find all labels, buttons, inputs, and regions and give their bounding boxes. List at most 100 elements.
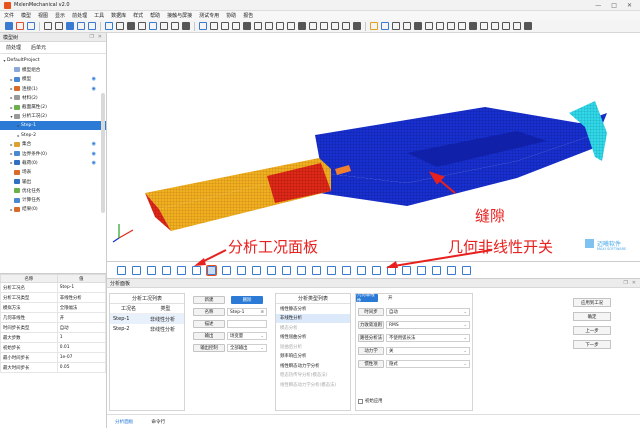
- property-value[interactable]: 0.01: [56, 342, 107, 353]
- menu-item-8[interactable]: 帮助: [150, 12, 160, 19]
- analysis-type-item[interactable]: 线性瞬态动力学分析(模态法): [276, 380, 350, 390]
- param-select[interactable]: 隐式 ⌄: [386, 360, 470, 368]
- view-tool-icon[interactable]: [312, 265, 321, 275]
- apply-to-case-button[interactable]: 应用到工况: [573, 298, 611, 307]
- close-button[interactable]: ✕: [627, 2, 632, 9]
- view-tool-icon[interactable]: [252, 265, 261, 275]
- tab-command-line[interactable]: 命令行: [151, 419, 165, 425]
- analysis-type-item[interactable]: 线性瞬态动力学分析: [276, 361, 350, 371]
- view-tool-icon[interactable]: [177, 265, 186, 275]
- property-row[interactable]: 分析工况名 Step-1: [0, 282, 107, 293]
- menu-item-7[interactable]: 样式: [133, 12, 143, 19]
- view-tool-icon[interactable]: [237, 265, 246, 275]
- toolbar-tool-icon[interactable]: [458, 22, 466, 30]
- tree-item[interactable]: 场表: [0, 168, 106, 177]
- toolbar-tool-icon[interactable]: [182, 22, 190, 30]
- tree-item[interactable]: ▸ Step-2: [0, 130, 106, 139]
- toolbar-tool-icon[interactable]: [221, 22, 229, 30]
- toolbar-tool-icon[interactable]: [320, 22, 328, 30]
- tree-item[interactable]: ▸ Step-1: [0, 121, 106, 131]
- param-select[interactable]: 不使用弧长法 ⌄: [386, 334, 470, 342]
- tab-geometric-nonlinear[interactable]: 几何非线性: [356, 293, 378, 304]
- toolbar-tool-icon[interactable]: [105, 22, 113, 30]
- minimize-button[interactable]: —: [595, 2, 601, 9]
- 3d-viewport[interactable]: 缝隙 迈曦软件 MAXI SOFTWARE: [107, 33, 640, 261]
- view-tool-icon[interactable]: [267, 265, 276, 275]
- next-button[interactable]: 下一步: [573, 340, 611, 349]
- property-value[interactable]: 全限幅法: [56, 302, 107, 313]
- tree-item[interactable]: ▸ 边界条件(0) ◉: [0, 149, 106, 158]
- tree-scrollbar[interactable]: [101, 93, 105, 213]
- toolbar-tool-icon[interactable]: [309, 22, 317, 30]
- tree-item[interactable]: ▸ 集合 ◉: [0, 140, 106, 149]
- visibility-eye-icon[interactable]: ◉: [92, 141, 96, 147]
- tree-item[interactable]: ▸ 结果(0): [0, 205, 106, 214]
- toolbar-tool-icon[interactable]: [127, 22, 135, 30]
- menu-item-5[interactable]: 工具: [94, 12, 104, 19]
- initial-apply-checkbox[interactable]: [358, 398, 363, 404]
- toolbar-tool-icon[interactable]: [436, 22, 444, 30]
- analysis-type-item[interactable]: 频率响应分析: [276, 352, 350, 362]
- toolbar-tool-icon[interactable]: [265, 22, 273, 30]
- tree-item[interactable]: 计算任务: [0, 195, 106, 204]
- toolbar-tool-icon[interactable]: [342, 22, 350, 30]
- tree-item[interactable]: ▸ 模型 ◉: [0, 75, 106, 84]
- menu-item-1[interactable]: 模型: [21, 12, 31, 19]
- close-icon[interactable]: ✕: [98, 34, 102, 40]
- case-row[interactable]: Step-2 非线性分析: [110, 324, 184, 334]
- property-row[interactable]: 几何非线性开: [0, 312, 107, 323]
- visibility-eye-icon[interactable]: ◉: [92, 86, 96, 92]
- toolbar-tool-icon[interactable]: [77, 22, 85, 30]
- description-input[interactable]: [227, 320, 267, 328]
- delete-case-button[interactable]: 删除: [231, 296, 263, 304]
- toolbar-tool-icon[interactable]: [44, 22, 52, 30]
- toolbar-tool-icon[interactable]: [370, 22, 378, 30]
- toolbar-tool-icon[interactable]: [403, 22, 411, 30]
- toolbar-tool-icon[interactable]: [66, 22, 74, 30]
- tab-preprocess[interactable]: 前处理: [6, 44, 21, 51]
- toolbar-tool-icon[interactable]: [5, 22, 13, 30]
- toolbar-tool-icon[interactable]: [298, 22, 306, 30]
- property-row[interactable]: 分析工况类型 非线性分析: [0, 292, 107, 303]
- view-tool-icon[interactable]: [117, 265, 126, 275]
- toolbar-tool-icon[interactable]: [199, 22, 207, 30]
- view-tool-icon[interactable]: [282, 265, 291, 275]
- property-value[interactable]: 0.05: [56, 362, 107, 373]
- visibility-eye-icon[interactable]: ◉: [92, 160, 96, 166]
- toolbar-tool-icon[interactable]: [502, 22, 510, 30]
- toolbar-tool-icon[interactable]: [353, 22, 361, 30]
- param-select[interactable]: RMS ⌄: [386, 321, 470, 329]
- property-row[interactable]: 模拟方法 全限幅法: [0, 302, 107, 313]
- ok-button[interactable]: 确定: [573, 312, 611, 321]
- toolbar-tool-icon[interactable]: [392, 22, 400, 30]
- toolbar-tool-icon[interactable]: [116, 22, 124, 30]
- view-tool-icon[interactable]: [327, 265, 336, 275]
- toolbar-tool-icon[interactable]: [276, 22, 284, 30]
- tree-item[interactable]: ▾ DefaultProject: [0, 56, 106, 65]
- maximize-button[interactable]: □: [611, 2, 617, 9]
- toolbar-tool-icon[interactable]: [381, 22, 389, 30]
- menu-item-11[interactable]: 协助: [226, 12, 236, 19]
- float-icon[interactable]: ❐: [623, 280, 627, 286]
- toolbar-tool-icon[interactable]: [469, 22, 477, 30]
- view-tool-icon[interactable]: [297, 265, 306, 275]
- tree-item[interactable]: ▸ 连接(1) ◉: [0, 84, 106, 93]
- menu-item-4[interactable]: 前处理: [72, 12, 87, 19]
- view-tool-icon[interactable]: [162, 265, 171, 275]
- visibility-eye-icon[interactable]: ◉: [92, 76, 96, 82]
- property-row[interactable]: 最大时间步长 0.05: [0, 362, 107, 373]
- toolbar-tool-icon[interactable]: [16, 22, 24, 30]
- toolbar-tool-icon[interactable]: [27, 22, 35, 30]
- tree-item[interactable]: ▸ 载荷(0) ◉: [0, 158, 106, 167]
- toolbar-tool-icon[interactable]: [138, 22, 146, 30]
- property-value[interactable]: 自动: [56, 322, 107, 333]
- toolbar-tool-icon[interactable]: [254, 22, 262, 30]
- menu-item-6[interactable]: 数据库: [111, 12, 126, 19]
- geometric-nonlinear-value[interactable]: 开: [386, 294, 472, 302]
- analysis-type-item[interactable]: 线性静态分析: [276, 304, 350, 314]
- toolbar-tool-icon[interactable]: [447, 22, 455, 30]
- property-value[interactable]: Step-1: [56, 282, 107, 293]
- tab-analysis-panel[interactable]: 分析面板: [115, 419, 133, 425]
- tab-postprocess[interactable]: 后单元: [31, 44, 46, 51]
- analysis-type-item[interactable]: 屈曲后分析: [276, 342, 350, 352]
